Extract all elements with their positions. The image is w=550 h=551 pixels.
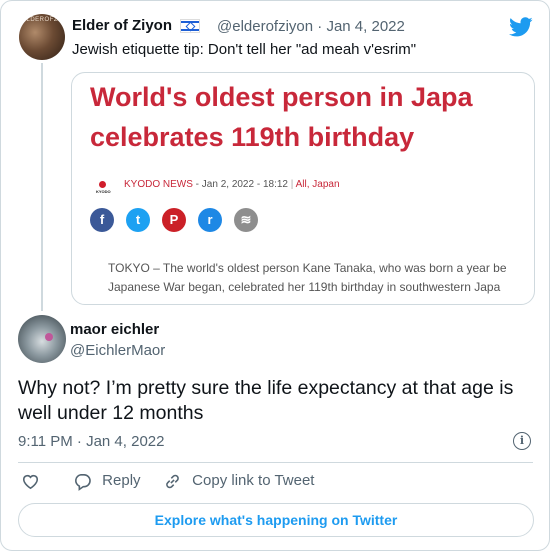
author-handle-line[interactable]: @elderofziyon · Jan 4, 2022 [217,18,405,35]
like-button[interactable] [21,472,40,491]
tweet-text: Jewish etiquette tip: Don't tell her "ad… [72,41,417,58]
tweet-date[interactable]: Jan 4, 2022 [326,18,404,35]
source-name: KYODO NEWS [124,179,193,190]
excerpt-line-2: Japanese War began, celebrated her 119th… [108,280,501,294]
reply-author-name[interactable]: maor eichler [70,321,159,338]
avatar-brand-text: ELDEROFZ [22,17,59,23]
reply-text: Why not? I’m pretty sure the life expect… [18,377,514,424]
source-date: - Jan 2, 2022 - 18:12 [192,179,291,190]
source-section: All, Japan [293,179,340,190]
date-separator: · [317,18,323,35]
copy-link-label: Copy link to Tweet [192,472,315,490]
article-source-line: KYODO NEWS - Jan 2, 2022 - 18:12 | All, … [124,179,340,190]
reply-author-avatar[interactable] [18,315,66,363]
reddit-icon: r [198,208,222,232]
kyodo-logo-text: KYODO [96,189,111,194]
author-name-text: Elder of Ziyon [72,17,173,34]
headline-line-2: celebrates 119th birthday [90,122,415,152]
tweet-card: ELDEROFZ Elder of Ziyon @elderofziyon · … [0,0,550,551]
copy-link-button[interactable]: Copy link to Tweet [163,472,314,491]
excerpt-line-1: TOKYO – The world's oldest person Kane T… [108,261,507,275]
israel-flag-icon [180,19,201,34]
twitter-icon: t [126,208,150,232]
reply-icon [75,473,91,491]
embedded-article-image[interactable]: World's oldest person in Japa celebrates… [71,72,535,305]
thread-line [41,63,43,311]
headline-line-1: World's oldest person in Japa [90,82,473,112]
reply-author-handle[interactable]: @EichlerMaor [70,342,165,359]
author-handle: @elderofziyon [217,18,314,35]
article-headline: World's oldest person in Japa celebrates… [90,77,534,157]
avatar-accent [45,333,53,341]
reply-button[interactable]: Reply [73,472,141,491]
heart-icon [22,474,39,490]
kyodo-logo-icon: KYODO [96,181,111,195]
rss-icon: ≋ [234,208,258,232]
author-name[interactable]: Elder of Ziyon [72,17,204,34]
reply-timestamp[interactable]: 9:11 PM · Jan 4, 2022 [18,433,164,450]
article-excerpt: TOKYO – The world's oldest person Kane T… [108,259,507,297]
divider [18,462,533,463]
pinterest-icon: P [162,208,186,232]
author-avatar[interactable]: ELDEROFZ [19,14,65,60]
link-icon [166,474,179,489]
explore-button[interactable]: Explore what's happening on Twitter [18,503,534,537]
reply-button-label: Reply [102,472,141,490]
facebook-icon: f [90,208,114,232]
twitter-bird-icon[interactable] [509,15,533,39]
info-icon[interactable]: i [513,432,531,450]
